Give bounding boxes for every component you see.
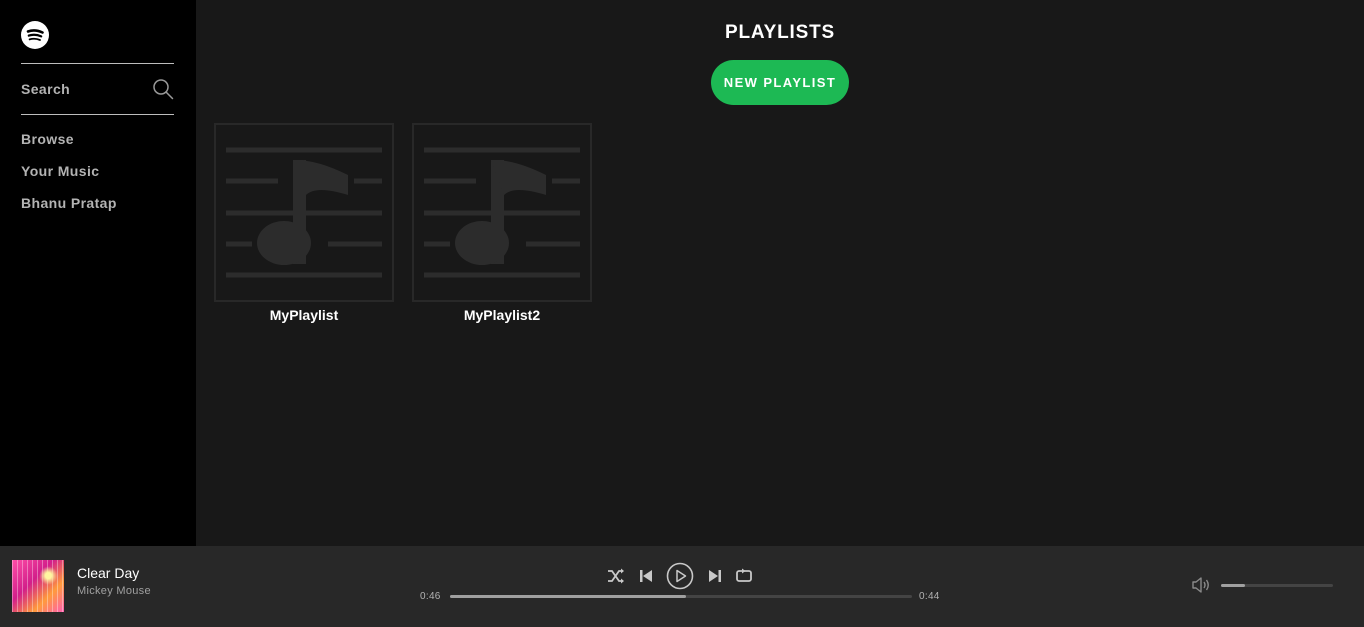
next-icon[interactable] — [708, 569, 722, 588]
volume-slider[interactable] — [1221, 584, 1333, 587]
progress-fill — [450, 595, 686, 598]
main-content: PLAYLISTS NEW PLAYLIST MyPlaylist MyPlay… — [196, 0, 1364, 546]
album-art — [12, 560, 64, 612]
volume-fill — [1221, 584, 1245, 587]
time-remaining: 0:44 — [919, 591, 940, 602]
sidebar-divider — [21, 63, 174, 64]
sidebar-divider — [21, 114, 174, 115]
search-label: Search — [21, 81, 71, 97]
sidebar-item-browse[interactable]: Browse — [21, 130, 117, 162]
spotify-logo-icon[interactable] — [21, 21, 49, 49]
music-note-list-icon — [412, 123, 592, 302]
sidebar: Search Browse Your Music Bhanu Pratap — [0, 0, 196, 546]
previous-icon[interactable] — [639, 569, 653, 588]
playlist-card[interactable]: MyPlaylist — [214, 123, 394, 323]
progress-bar[interactable] — [450, 595, 912, 598]
music-note-list-icon — [214, 123, 394, 302]
track-name[interactable]: Clear Day — [77, 565, 139, 581]
volume-icon[interactable] — [1191, 576, 1211, 599]
playlist-name: MyPlaylist — [269, 307, 339, 323]
sidebar-item-your-music[interactable]: Your Music — [21, 162, 117, 194]
play-icon[interactable] — [666, 562, 694, 595]
player-bar: Clear Day Mickey Mouse 0:46 0:44 — [0, 546, 1364, 627]
new-playlist-button[interactable]: NEW PLAYLIST — [711, 60, 849, 105]
shuffle-icon[interactable] — [607, 568, 625, 589]
search-input[interactable]: Search — [21, 76, 174, 102]
playlist-card[interactable]: MyPlaylist2 — [412, 123, 592, 323]
artist-name[interactable]: Mickey Mouse — [77, 585, 151, 597]
search-icon[interactable] — [152, 78, 174, 100]
page-title: PLAYLISTS — [725, 22, 835, 43]
time-elapsed: 0:46 — [420, 591, 441, 602]
playlist-name: MyPlaylist2 — [463, 307, 541, 323]
sidebar-item-profile[interactable]: Bhanu Pratap — [21, 194, 117, 226]
sidebar-nav: Browse Your Music Bhanu Pratap — [21, 130, 117, 226]
repeat-icon[interactable] — [735, 568, 753, 589]
